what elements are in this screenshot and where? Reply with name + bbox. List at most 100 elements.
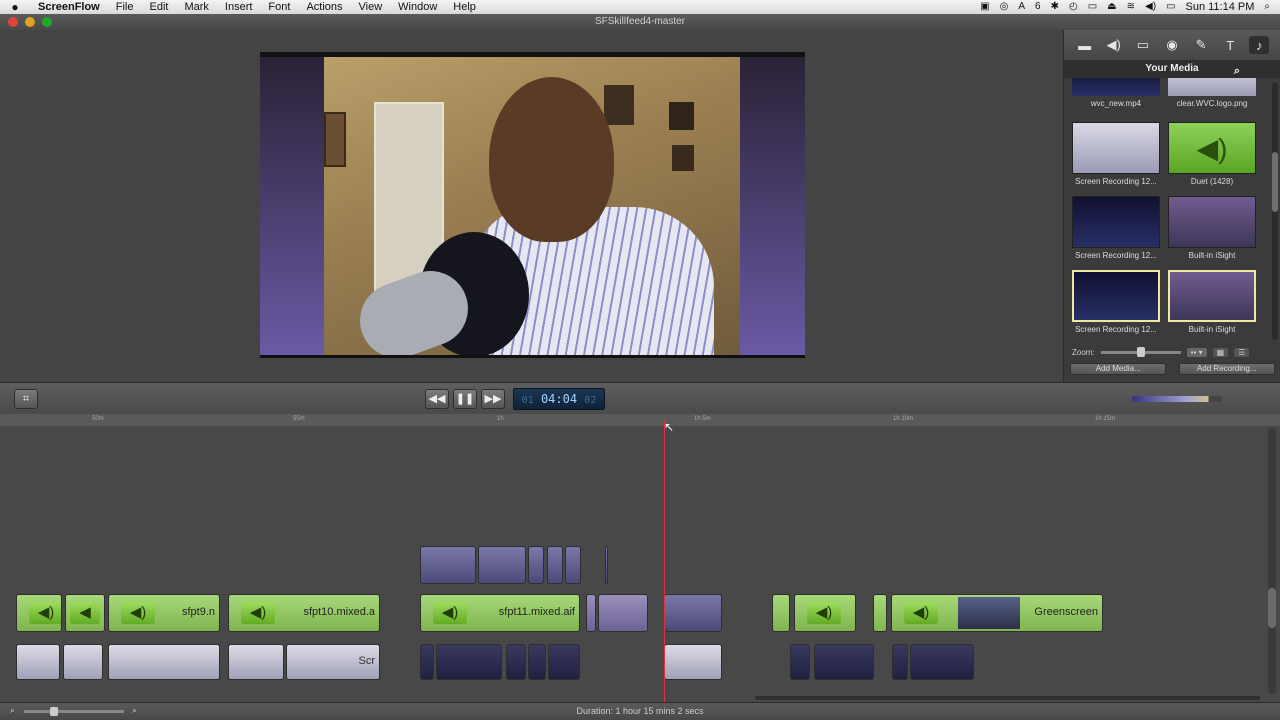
menu-actions[interactable]: Actions bbox=[298, 0, 350, 14]
zoom-slider[interactable] bbox=[1100, 346, 1181, 357]
menu-clock[interactable]: Sun 11:14 PM bbox=[1185, 0, 1254, 14]
audio-clip[interactable]: ◀) sfpt11.mixed.aif bbox=[420, 594, 580, 632]
screen-clip[interactable] bbox=[528, 644, 546, 680]
audio-clip[interactable]: ◀) sfpt10.mixed.a bbox=[228, 594, 380, 632]
media-header-title: Your Media bbox=[1145, 63, 1199, 74]
menu-file[interactable]: File bbox=[108, 0, 142, 14]
media-item[interactable]: Screen Recording 12... bbox=[1070, 122, 1162, 186]
add-media-button[interactable]: Add Media... bbox=[1070, 363, 1167, 375]
timeline[interactable]: ◀) ◀ ◀) sfpt9.n ◀) sfpt10.mixed.a ◀) sfp… bbox=[0, 426, 1280, 702]
webcam-clip[interactable] bbox=[664, 594, 722, 632]
adobe-icon[interactable]: A bbox=[1018, 0, 1025, 14]
minimize-window-icon[interactable] bbox=[25, 17, 35, 27]
screen-clip[interactable] bbox=[506, 644, 526, 680]
spotlight-icon[interactable]: ⌕ bbox=[1264, 0, 1270, 14]
screen-clip[interactable] bbox=[108, 644, 220, 680]
menu-help[interactable]: Help bbox=[445, 0, 484, 14]
screen-clip[interactable] bbox=[548, 644, 580, 680]
media-icon[interactable]: ♪ bbox=[1249, 36, 1270, 54]
timeline-vertical-scrollbar[interactable] bbox=[1268, 428, 1276, 694]
video-clip[interactable] bbox=[420, 546, 476, 584]
eject-icon[interactable]: ⏏ bbox=[1107, 0, 1116, 14]
zoom-window-icon[interactable] bbox=[42, 17, 52, 27]
bluetooth-icon[interactable]: ✱ bbox=[1051, 0, 1059, 14]
media-item[interactable]: clear.WVC.logo.png bbox=[1166, 78, 1258, 108]
menu-edit[interactable]: Edit bbox=[141, 0, 176, 14]
time-machine-icon[interactable]: ◴ bbox=[1069, 0, 1078, 14]
video-clip[interactable] bbox=[598, 594, 648, 632]
video-clip[interactable] bbox=[565, 546, 581, 584]
audio-clip[interactable]: ◀) sfpt9.n bbox=[108, 594, 220, 632]
webcam-video[interactable] bbox=[324, 57, 740, 355]
media-item[interactable]: ◀) Duet (1428) bbox=[1166, 122, 1258, 186]
audio-clip[interactable]: ◀) Greenscreen bbox=[891, 594, 1103, 632]
screen-clip[interactable] bbox=[16, 644, 60, 680]
screenflow-status-icon[interactable]: ▣ bbox=[980, 0, 989, 14]
media-scroll-thumb[interactable] bbox=[1272, 152, 1278, 212]
crop-icon[interactable]: ⌗ bbox=[14, 389, 38, 409]
screen-clip[interactable] bbox=[63, 644, 103, 680]
list-view-icon[interactable]: ☰ bbox=[1234, 347, 1250, 357]
menu-view[interactable]: View bbox=[351, 0, 391, 14]
media-library: wvc_new.mp4 clear.WVC.logo.png Screen Re… bbox=[1064, 78, 1271, 340]
pause-button[interactable]: ❚❚ bbox=[453, 389, 477, 409]
media-item[interactable]: Built-in iSight bbox=[1166, 196, 1258, 260]
menu-font[interactable]: Font bbox=[260, 0, 298, 14]
timeline-horizontal-scrollbar[interactable] bbox=[755, 696, 1260, 700]
audio-clip[interactable]: ◀ bbox=[65, 594, 105, 632]
video-clip[interactable] bbox=[605, 546, 608, 584]
audio-clip[interactable]: ◀) bbox=[794, 594, 856, 632]
timecode-hours: 01 bbox=[521, 395, 534, 406]
screen-clip[interactable] bbox=[892, 644, 908, 680]
media-scrollbar[interactable] bbox=[1272, 82, 1278, 340]
timeline-scroll-thumb[interactable] bbox=[1268, 588, 1276, 628]
fast-forward-button[interactable]: ▶▶ bbox=[481, 389, 505, 409]
wifi-icon[interactable]: ≋ bbox=[1127, 0, 1135, 14]
annotation-icon[interactable]: ✎ bbox=[1191, 36, 1211, 54]
media-item[interactable]: Screen Recording 12... bbox=[1070, 196, 1162, 260]
menu-window[interactable]: Window bbox=[390, 0, 445, 14]
video-icon[interactable]: ▬ bbox=[1075, 36, 1095, 54]
zoom-slider-knob[interactable] bbox=[1136, 346, 1145, 357]
volume-icon[interactable]: ◀) bbox=[1145, 0, 1156, 14]
screen-icon[interactable]: ▭ bbox=[1133, 36, 1153, 54]
grid-view-icon[interactable]: ▦ bbox=[1212, 347, 1229, 357]
media-item[interactable]: Built-in iSight bbox=[1166, 270, 1258, 334]
add-recording-button[interactable]: Add Recording... bbox=[1178, 363, 1275, 375]
audio-clip[interactable] bbox=[772, 594, 790, 632]
menu-mark[interactable]: Mark bbox=[176, 0, 216, 14]
screen-clip[interactable] bbox=[664, 644, 722, 680]
screen-clip[interactable] bbox=[420, 644, 434, 680]
screen-clip[interactable] bbox=[910, 644, 974, 680]
headphones-icon[interactable]: ◎ bbox=[1000, 0, 1009, 14]
rewind-button[interactable]: ◀◀ bbox=[425, 389, 449, 409]
video-clip[interactable] bbox=[547, 546, 563, 584]
media-item[interactable]: Screen Recording 12... bbox=[1070, 270, 1162, 334]
video-clip[interactable] bbox=[586, 594, 596, 632]
apple-icon[interactable]: ● bbox=[0, 0, 30, 14]
display-icon[interactable]: ▭ bbox=[1088, 0, 1097, 14]
screen-clip[interactable]: Scr bbox=[286, 644, 380, 680]
properties-tabs: ▬ ◀) ▭ ◉ ✎ T ♪ bbox=[1064, 30, 1280, 60]
close-window-icon[interactable] bbox=[8, 17, 18, 27]
preview-canvas[interactable] bbox=[260, 52, 805, 358]
audio-icon[interactable]: ◀) bbox=[1104, 36, 1124, 54]
screen-clip[interactable] bbox=[814, 644, 874, 680]
media-item[interactable]: wvc_new.mp4 bbox=[1070, 78, 1162, 108]
video-clip[interactable] bbox=[528, 546, 544, 584]
text-icon[interactable]: T bbox=[1220, 36, 1240, 54]
menu-insert[interactable]: Insert bbox=[217, 0, 261, 14]
screen-clip[interactable] bbox=[228, 644, 284, 680]
screen-clip[interactable] bbox=[436, 644, 502, 680]
media-buttons: Add Media... Add Recording... bbox=[1064, 363, 1280, 375]
playhead[interactable] bbox=[664, 420, 665, 702]
callout-icon[interactable]: ◉ bbox=[1162, 36, 1182, 54]
audio-clip[interactable] bbox=[873, 594, 887, 632]
timeline-ruler[interactable]: 50m 55m 1h 1h 5m 1h 10m 1h 15m bbox=[0, 414, 1280, 426]
sort-menu-icon[interactable]: ▪▪ ▾ bbox=[1186, 347, 1207, 357]
audio-clip[interactable]: ◀) bbox=[16, 594, 62, 632]
menu-app-name[interactable]: ScreenFlow bbox=[30, 0, 108, 14]
battery-icon[interactable]: ▭ bbox=[1166, 0, 1175, 14]
screen-clip[interactable] bbox=[790, 644, 810, 680]
video-clip[interactable] bbox=[478, 546, 526, 584]
